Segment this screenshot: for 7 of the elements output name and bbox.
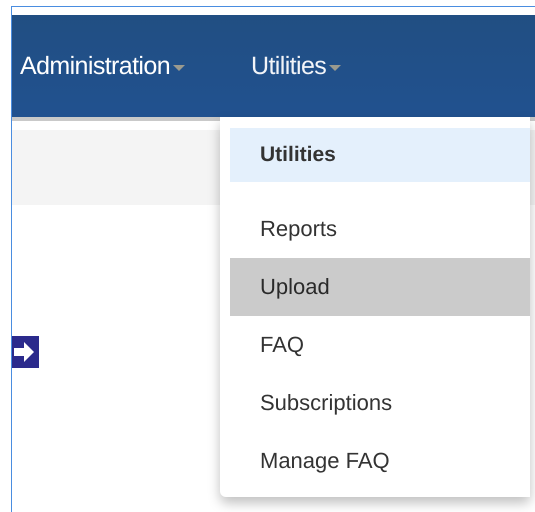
nav-menu-link[interactable]: Utilities — [251, 52, 342, 80]
arrow-right-icon[interactable] — [12, 336, 39, 368]
nav-menu-link[interactable]: Administration — [20, 52, 185, 80]
menu-item[interactable]: Upload — [230, 258, 530, 316]
caret-icon — [173, 64, 185, 70]
menu-header: Utilities — [230, 128, 530, 182]
caret-icon — [329, 64, 342, 70]
